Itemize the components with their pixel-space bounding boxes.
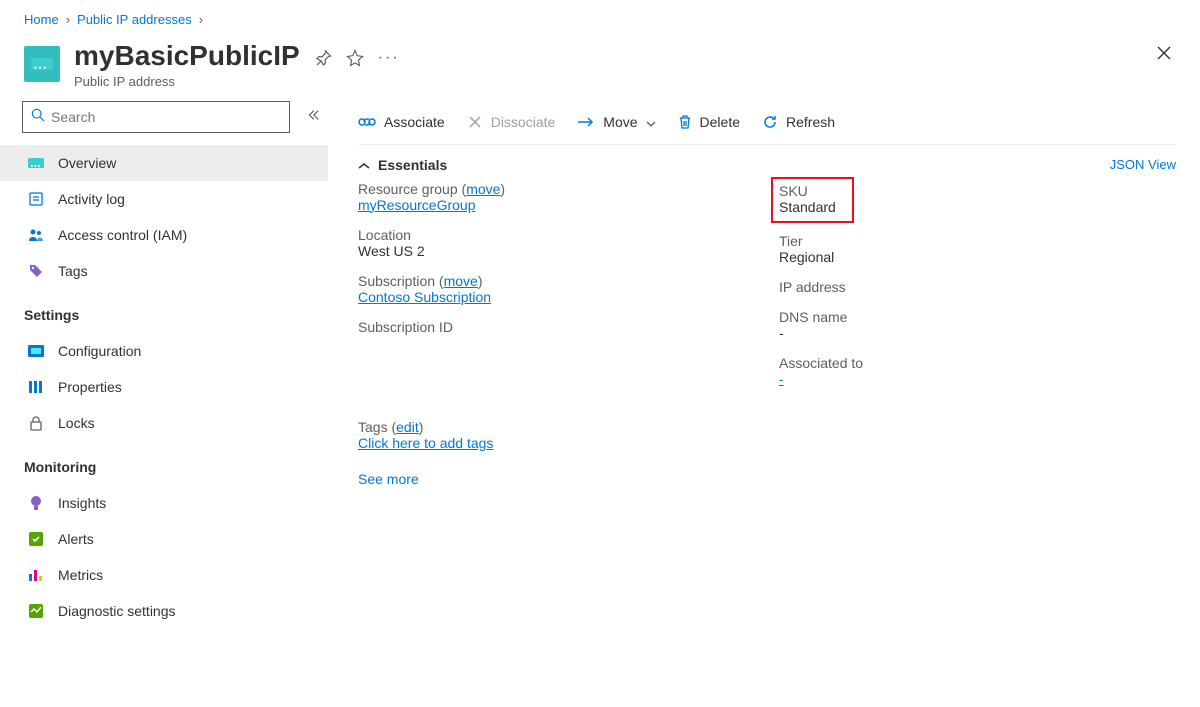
lock-icon — [28, 415, 44, 431]
more-icon[interactable]: ··· — [378, 49, 400, 67]
refresh-icon — [762, 114, 778, 130]
button-label: Associate — [384, 114, 445, 130]
subscription-label: Subscription (move) — [358, 273, 755, 289]
dissociate-button: Dissociate — [467, 114, 556, 130]
associate-button[interactable]: Associate — [358, 114, 445, 130]
overview-icon — [28, 155, 44, 171]
search-input[interactable] — [51, 109, 281, 125]
tier-label: Tier — [779, 233, 1176, 249]
pin-icon[interactable] — [316, 50, 332, 66]
sidebar-item-label: Activity log — [58, 191, 125, 207]
alerts-icon — [28, 531, 44, 547]
sidebar: Overview Activity log Access control (IA… — [0, 101, 328, 629]
button-label: Dissociate — [491, 114, 556, 130]
unlink-icon — [467, 114, 483, 130]
button-label: Move — [603, 114, 637, 130]
sidebar-item-label: Insights — [58, 495, 106, 511]
json-view-link[interactable]: JSON View — [1110, 157, 1176, 172]
insights-icon — [28, 495, 44, 511]
trash-icon — [678, 114, 692, 130]
essentials-label: Essentials — [378, 157, 447, 173]
button-label: Delete — [700, 114, 740, 130]
sku-highlight: SKU Standard — [771, 177, 854, 223]
chevron-right-icon: › — [66, 12, 70, 27]
sidebar-item-label: Access control (IAM) — [58, 227, 187, 243]
location-value: West US 2 — [358, 243, 755, 259]
star-icon[interactable] — [346, 49, 364, 67]
refresh-button[interactable]: Refresh — [762, 114, 835, 130]
command-bar: Associate Dissociate Move — [358, 101, 1176, 145]
sidebar-item-access-control[interactable]: Access control (IAM) — [0, 217, 328, 253]
sidebar-item-label: Tags — [58, 263, 88, 279]
resource-group-value-link[interactable]: myResourceGroup — [358, 197, 476, 213]
sidebar-item-label: Properties — [58, 379, 122, 395]
search-icon — [31, 108, 45, 125]
tags-row: Tags (edit) Click here to add tags — [358, 419, 1176, 451]
link-icon — [358, 115, 376, 129]
dns-name-label: DNS name — [779, 309, 1176, 325]
location-label: Location — [358, 227, 755, 243]
main-content: Associate Dissociate Move — [328, 101, 1200, 487]
sidebar-item-label: Diagnostic settings — [58, 603, 176, 619]
essentials-grid: Resource group (move) myResourceGroup Lo… — [358, 181, 1176, 401]
chevron-right-icon: › — [199, 12, 203, 27]
diagnostic-icon — [28, 603, 44, 619]
sidebar-item-label: Configuration — [58, 343, 141, 359]
sidebar-section-monitoring: Monitoring — [20, 441, 328, 485]
resource-group-label: Resource group (move) — [358, 181, 755, 197]
search-input-wrapper[interactable] — [22, 101, 290, 133]
sidebar-item-activity-log[interactable]: Activity log — [0, 181, 328, 217]
sidebar-item-locks[interactable]: Locks — [0, 405, 328, 441]
page-subtitle: Public IP address — [74, 74, 300, 89]
sku-value: Standard — [779, 199, 836, 215]
sidebar-item-properties[interactable]: Properties — [0, 369, 328, 405]
button-label: Refresh — [786, 114, 835, 130]
tags-edit-link[interactable]: edit — [396, 419, 419, 435]
sidebar-item-label: Metrics — [58, 567, 103, 583]
sidebar-item-overview[interactable]: Overview — [0, 145, 328, 181]
metrics-icon — [28, 567, 44, 583]
activity-log-icon — [28, 191, 44, 207]
sidebar-section-settings: Settings — [20, 289, 328, 333]
arrow-right-icon — [577, 116, 595, 128]
ip-address-label: IP address — [779, 279, 1176, 295]
dns-name-value: - — [779, 325, 1176, 341]
chevron-up-icon — [358, 157, 370, 173]
sidebar-item-configuration[interactable]: Configuration — [0, 333, 328, 369]
sidebar-item-diagnostic[interactable]: Diagnostic settings — [0, 593, 328, 629]
sku-label: SKU — [779, 183, 836, 199]
sidebar-item-metrics[interactable]: Metrics — [0, 557, 328, 593]
page-title: myBasicPublicIP — [74, 39, 300, 73]
subscription-move-link[interactable]: move — [444, 273, 478, 289]
breadcrumb-public-ip[interactable]: Public IP addresses — [77, 12, 192, 27]
sidebar-item-label: Overview — [58, 155, 116, 171]
subscription-id-label: Subscription ID — [358, 319, 755, 335]
tag-icon — [28, 263, 44, 279]
close-icon[interactable] — [1156, 45, 1172, 66]
move-button[interactable]: Move — [577, 114, 655, 130]
subscription-value-link[interactable]: Contoso Subscription — [358, 289, 491, 305]
chevron-down-icon — [646, 114, 656, 130]
breadcrumb: Home › Public IP addresses › — [0, 0, 1200, 27]
sidebar-item-alerts[interactable]: Alerts — [0, 521, 328, 557]
add-tags-link[interactable]: Click here to add tags — [358, 435, 493, 451]
delete-button[interactable]: Delete — [678, 114, 740, 130]
associated-to-value[interactable]: - — [779, 371, 784, 387]
sidebar-item-insights[interactable]: Insights — [0, 485, 328, 521]
public-ip-icon — [24, 46, 60, 82]
associated-to-label: Associated to — [779, 355, 1176, 371]
essentials-toggle[interactable]: Essentials — [358, 157, 447, 173]
people-icon — [28, 227, 44, 243]
breadcrumb-home[interactable]: Home — [24, 12, 59, 27]
sidebar-item-tags[interactable]: Tags — [0, 253, 328, 289]
resource-group-move-link[interactable]: move — [466, 181, 500, 197]
properties-icon — [28, 379, 44, 395]
tier-value: Regional — [779, 249, 1176, 265]
page-header: myBasicPublicIP Public IP address ··· — [0, 27, 1200, 101]
configuration-icon — [28, 343, 44, 359]
collapse-sidebar-icon[interactable] — [306, 108, 320, 125]
see-more-link[interactable]: See more — [358, 471, 1176, 487]
sidebar-item-label: Locks — [58, 415, 95, 431]
sidebar-item-label: Alerts — [58, 531, 94, 547]
